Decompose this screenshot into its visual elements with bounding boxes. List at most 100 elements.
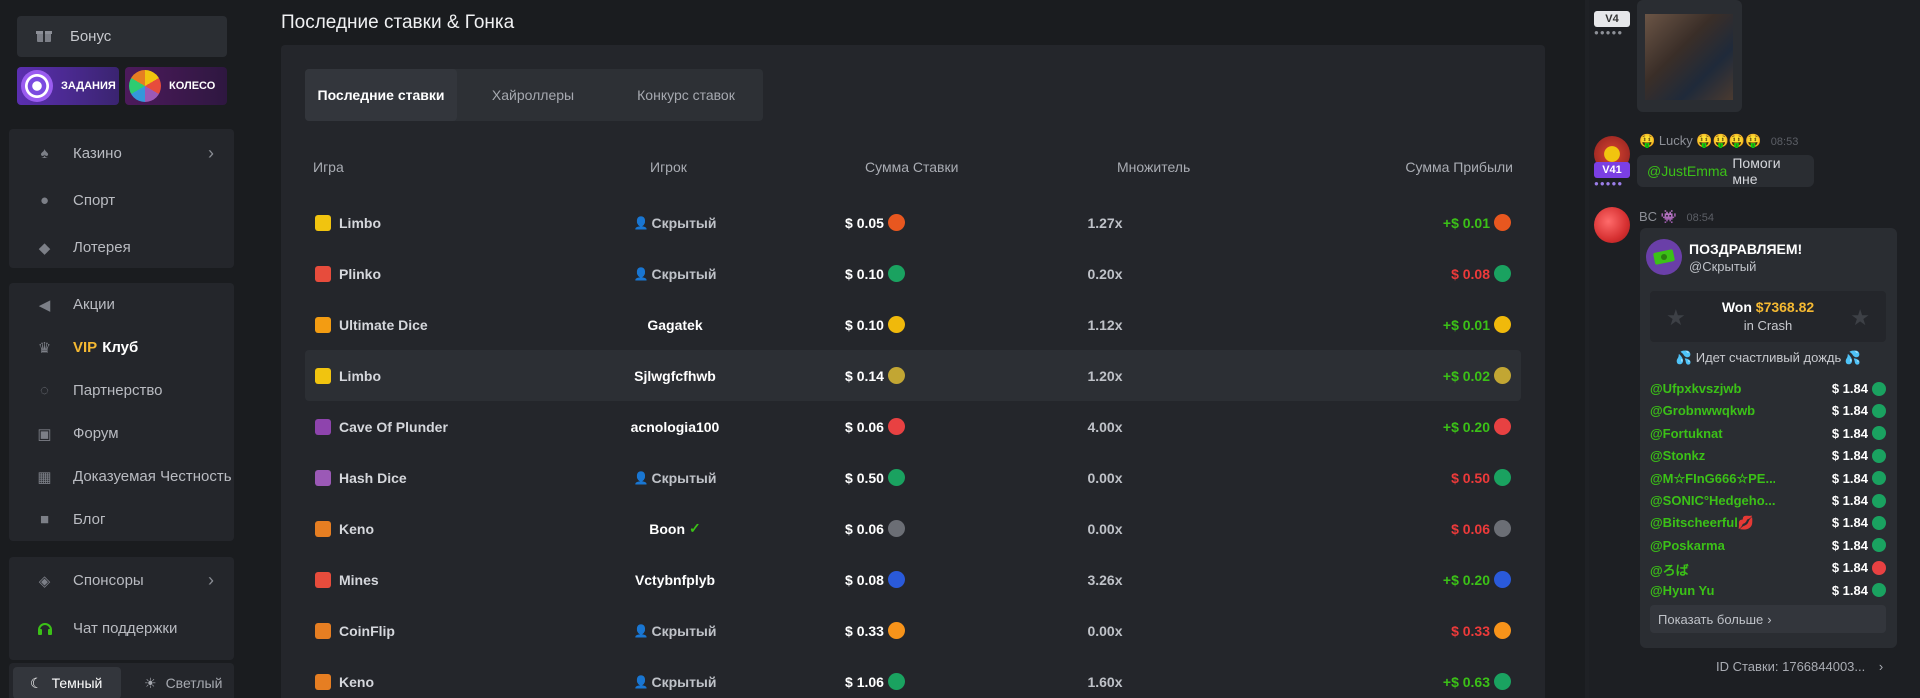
game-cell[interactable]: Limbo xyxy=(315,350,381,401)
tab-latest-bets[interactable]: Последние ставки xyxy=(305,69,457,121)
multiplier-cell: 1.20x xyxy=(1087,367,1123,384)
game-cell[interactable]: Ultimate Dice xyxy=(315,299,428,350)
winner-name[interactable]: @Hyun Yu xyxy=(1650,583,1714,598)
table-row[interactable]: Keno 👤 Скрытый $ 1.06 1.60x +$ 0.63 xyxy=(305,656,1521,698)
theme-dark-label: Темный xyxy=(51,675,103,691)
game-cell[interactable]: Hash Dice xyxy=(315,452,407,503)
tasks-promo-button[interactable]: ЗАДАНИЯ xyxy=(17,67,119,105)
robot-icon: 👾 xyxy=(1660,209,1677,224)
sidebar-item-support-chat[interactable]: Чат поддержки xyxy=(9,607,234,650)
profit-cell: $ 0.50 xyxy=(1451,452,1511,503)
table-row[interactable]: Mines Vctybnfplyb $ 0.08 3.26x +$ 0.20 xyxy=(305,554,1521,605)
profit-amount: +$ 0.01 xyxy=(1442,316,1490,333)
game-cell[interactable]: Cave Of Plunder xyxy=(315,401,448,452)
sidebar-item-label: Спонсоры xyxy=(73,572,144,589)
winner-amount: $ 1.84 xyxy=(1831,381,1868,396)
basketball-icon: ● xyxy=(39,192,50,209)
chat-username[interactable]: Lucky xyxy=(1659,133,1693,148)
winner-row: @Poskarma $ 1.84 xyxy=(1650,538,1886,558)
table-row[interactable]: Keno Boon ✓ $ 0.06 0.00x $ 0.06 xyxy=(305,503,1521,554)
profit-cell: +$ 0.20 xyxy=(1443,401,1511,452)
game-name: Keno xyxy=(339,673,374,690)
table-row[interactable]: Limbo 👤 Скрытый $ 0.05 1.27x +$ 0.01 xyxy=(305,197,1521,248)
theme-dark-button[interactable]: ☾ Темный xyxy=(13,667,121,698)
winner-amount: $ 1.84 xyxy=(1831,448,1868,464)
sidebar-item-promotions[interactable]: ◀ Акции xyxy=(9,283,234,326)
verified-icon: ✓ xyxy=(689,520,701,536)
image-message[interactable] xyxy=(1637,0,1742,112)
bet-amount: $ 0.10 xyxy=(845,316,884,333)
profit-amount: +$ 0.01 xyxy=(1442,214,1490,231)
tab-wager-contest[interactable]: Конкурс ставок xyxy=(609,69,763,121)
winner-name[interactable]: @Poskarma xyxy=(1650,538,1725,553)
theme-light-button[interactable]: ☀ Светлый xyxy=(127,667,231,698)
tab-high-rollers[interactable]: Хайроллеры xyxy=(457,69,609,121)
player-cell[interactable]: Vctybnfplyb xyxy=(565,554,785,605)
game-cell[interactable]: CoinFlip xyxy=(315,605,395,656)
sidebar-item-vip-club[interactable]: ♛ VIP Клуб xyxy=(9,326,234,369)
game-cell[interactable]: Keno xyxy=(315,656,374,698)
player-cell[interactable]: Gagatek xyxy=(565,299,785,350)
player-name: Скрытый xyxy=(651,214,717,231)
tasks-promo-label: ЗАДАНИЯ xyxy=(61,80,116,92)
bet-amount-cell: $ 0.10 xyxy=(765,299,985,350)
bonus-button[interactable]: Бонус xyxy=(17,16,227,57)
player-cell[interactable]: Sjlwgfcfhwb xyxy=(565,350,785,401)
game-name: Limbo xyxy=(339,214,381,231)
player-cell: 👤 Скрытый xyxy=(565,656,785,698)
chat-image xyxy=(1645,14,1733,100)
blog-icon: ■ xyxy=(39,511,50,528)
table-row[interactable]: CoinFlip 👤 Скрытый $ 0.33 0.00x $ 0.33 xyxy=(305,605,1521,656)
player-cell[interactable]: acnologia100 xyxy=(565,401,785,452)
player-cell[interactable]: Boon ✓ xyxy=(565,503,785,554)
chat-mention[interactable]: @JustEmma xyxy=(1647,163,1727,179)
game-icon xyxy=(315,520,331,537)
chevron-right-icon: › xyxy=(1767,611,1772,627)
show-more-label: Показать больше xyxy=(1658,611,1764,627)
bet-id-link[interactable]: ID Ставки: 1766844003... › xyxy=(1716,659,1883,674)
coin-icon xyxy=(887,214,905,231)
show-more-button[interactable]: Показать больше › xyxy=(1650,605,1886,633)
winner-name[interactable]: @M☆FInG666☆PE... xyxy=(1650,471,1775,487)
game-cell[interactable]: Mines xyxy=(315,554,379,605)
incognito-icon: 👤 xyxy=(633,674,649,689)
theme-light-label: Светлый xyxy=(165,675,223,691)
bot-avatar[interactable] xyxy=(1594,207,1630,243)
winner-amount: $ 1.84 xyxy=(1831,582,1868,598)
coin-icon xyxy=(1872,448,1886,463)
table-row[interactable]: Hash Dice 👤 Скрытый $ 0.50 0.00x $ 0.50 xyxy=(305,452,1521,503)
sidebar-item-provably-fair[interactable]: ▦ Доказуемая Честность xyxy=(9,455,234,498)
coin-icon xyxy=(887,367,905,384)
sidebar-item-forum[interactable]: ▣ Форум xyxy=(9,412,234,455)
sidebar-item-casino[interactable]: ♠ Казино › xyxy=(9,132,234,175)
winner-name[interactable]: @Ufpxkvszjwb xyxy=(1650,381,1741,396)
game-cell[interactable]: Limbo xyxy=(315,197,381,248)
profit-cell: +$ 0.20 xyxy=(1443,554,1511,605)
winner-name[interactable]: @SONIC°Hedgeho... xyxy=(1650,493,1775,508)
chat-username-row: BC 👾 08:54 xyxy=(1639,209,1714,225)
winner-name[interactable]: @Stonkz xyxy=(1650,448,1705,463)
table-row[interactable]: Plinko 👤 Скрытый $ 0.10 0.20x $ 0.08 xyxy=(305,248,1521,299)
chat-scrollbar[interactable] xyxy=(1916,0,1920,698)
wheel-promo-button[interactable]: КОЛЕСО xyxy=(125,67,227,105)
game-cell[interactable]: Keno xyxy=(315,503,374,554)
table-row[interactable]: Ultimate Dice Gagatek $ 0.10 1.12x +$ 0.01 xyxy=(305,299,1521,350)
multiplier-cell: 1.60x xyxy=(1087,673,1123,690)
coin-icon xyxy=(887,571,905,588)
game-name: Keno xyxy=(339,520,374,537)
winner-name[interactable]: @Bitscheerful💋 xyxy=(1650,515,1754,531)
winner-name[interactable]: @ろば xyxy=(1650,560,1689,579)
sidebar-item-blog[interactable]: ■ Блог xyxy=(9,498,234,541)
table-row[interactable]: Limbo Sjlwgfcfhwb $ 0.14 1.20x +$ 0.02 xyxy=(305,350,1521,401)
table-row[interactable]: Cave Of Plunder acnologia100 $ 0.06 4.00x +$… xyxy=(305,401,1521,452)
sidebar-item-lottery[interactable]: ◆ Лотерея xyxy=(9,226,234,269)
winner-name[interactable]: @Grobnwwqkwb xyxy=(1650,403,1755,418)
sidebar-item-sport[interactable]: ● Спорт xyxy=(9,179,234,222)
sidebar-item-partnership[interactable]: ◌ Партнерство xyxy=(9,369,234,412)
winner-name[interactable]: @Fortuknat xyxy=(1650,426,1723,441)
game-cell[interactable]: Plinko xyxy=(315,248,381,299)
forum-icon: ▣ xyxy=(37,425,52,443)
chat-username[interactable]: BC xyxy=(1639,209,1657,224)
player-cell: 👤 Скрытый xyxy=(565,197,785,248)
sidebar-item-sponsors[interactable]: ◈ Спонсоры › xyxy=(9,559,234,602)
